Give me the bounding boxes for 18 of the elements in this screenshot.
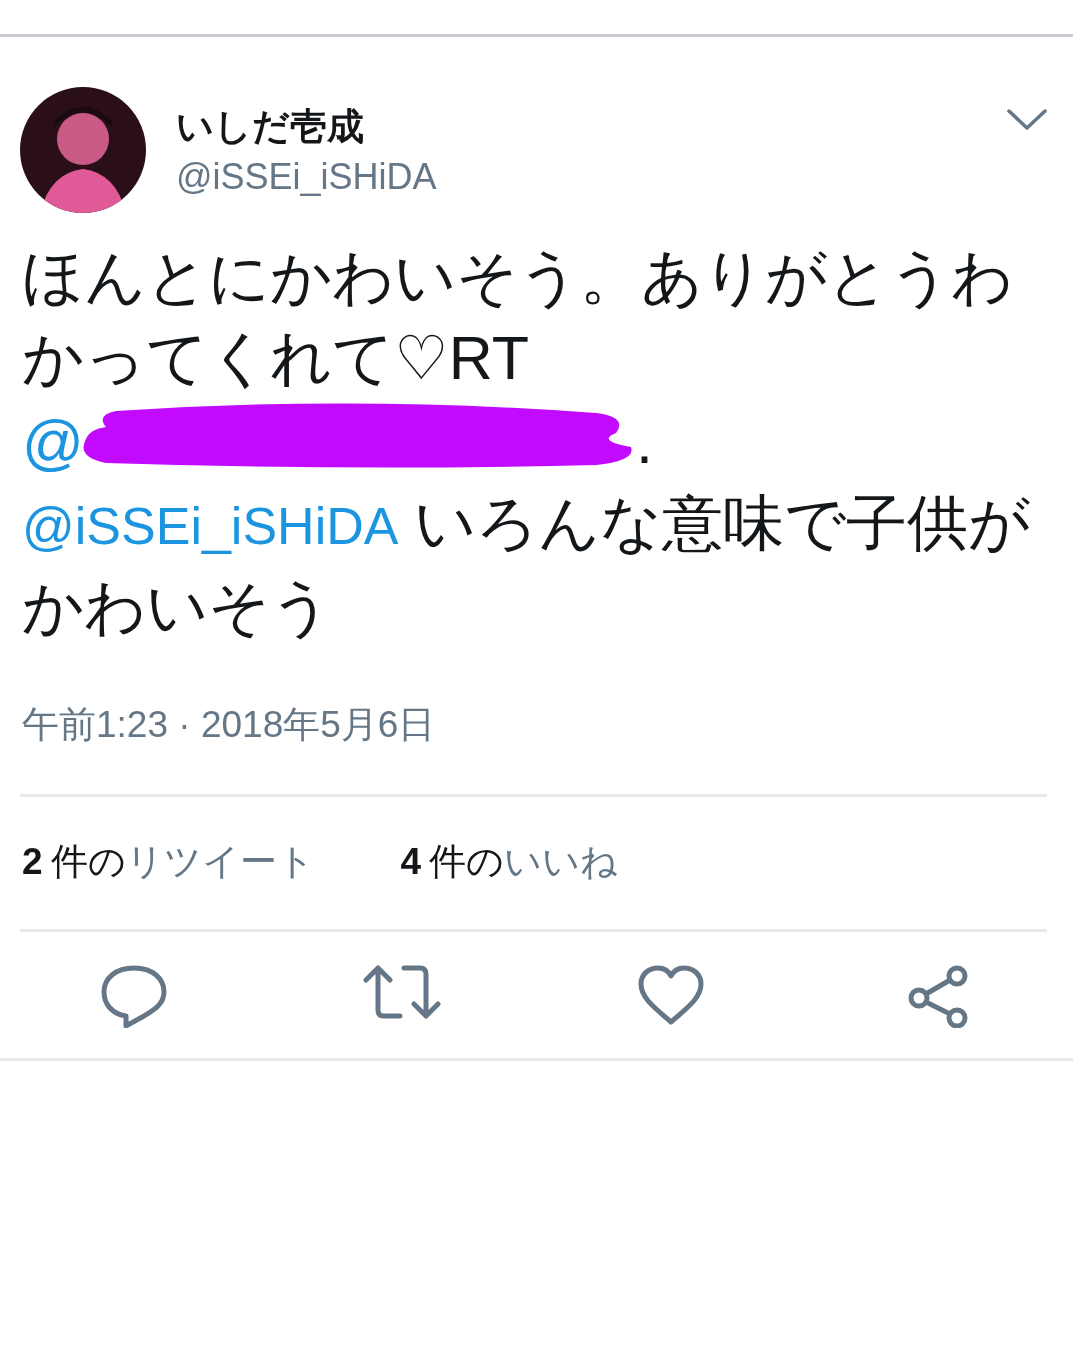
mention-link[interactable]: @ [22, 408, 84, 476]
retweet-icon[interactable] [362, 964, 443, 1020]
stat-unit: 件の [429, 840, 505, 884]
stat-count: 4 [400, 841, 422, 883]
speech-bubble-icon[interactable] [100, 964, 169, 1028]
mention-link[interactable]: @iSSEi_iSHiDA [22, 497, 399, 555]
chevron-down-icon[interactable] [1007, 109, 1047, 131]
author-name[interactable]: いしだ壱成 [176, 102, 1007, 152]
stat-link[interactable]: リツイート [125, 837, 315, 887]
stat-link[interactable]: いいね [504, 837, 619, 887]
tweet-timestamp: 午前1:23 · 2018年5月6日 [22, 703, 437, 747]
tweet-text: ほんとにかわいそう。ありがとうわかってくれて♡RT [22, 243, 1013, 392]
stat-unit: 件の [50, 840, 126, 884]
heart-icon[interactable] [636, 964, 705, 1026]
tweet-text: . [635, 408, 653, 476]
tweet-text: @iSSEi_iSHiDA いろんな意味で子供がかわいそう [22, 488, 1032, 643]
author-handle[interactable]: @iSSEi_iSHiDA [176, 156, 1007, 198]
stat-count: 2 [22, 841, 43, 883]
